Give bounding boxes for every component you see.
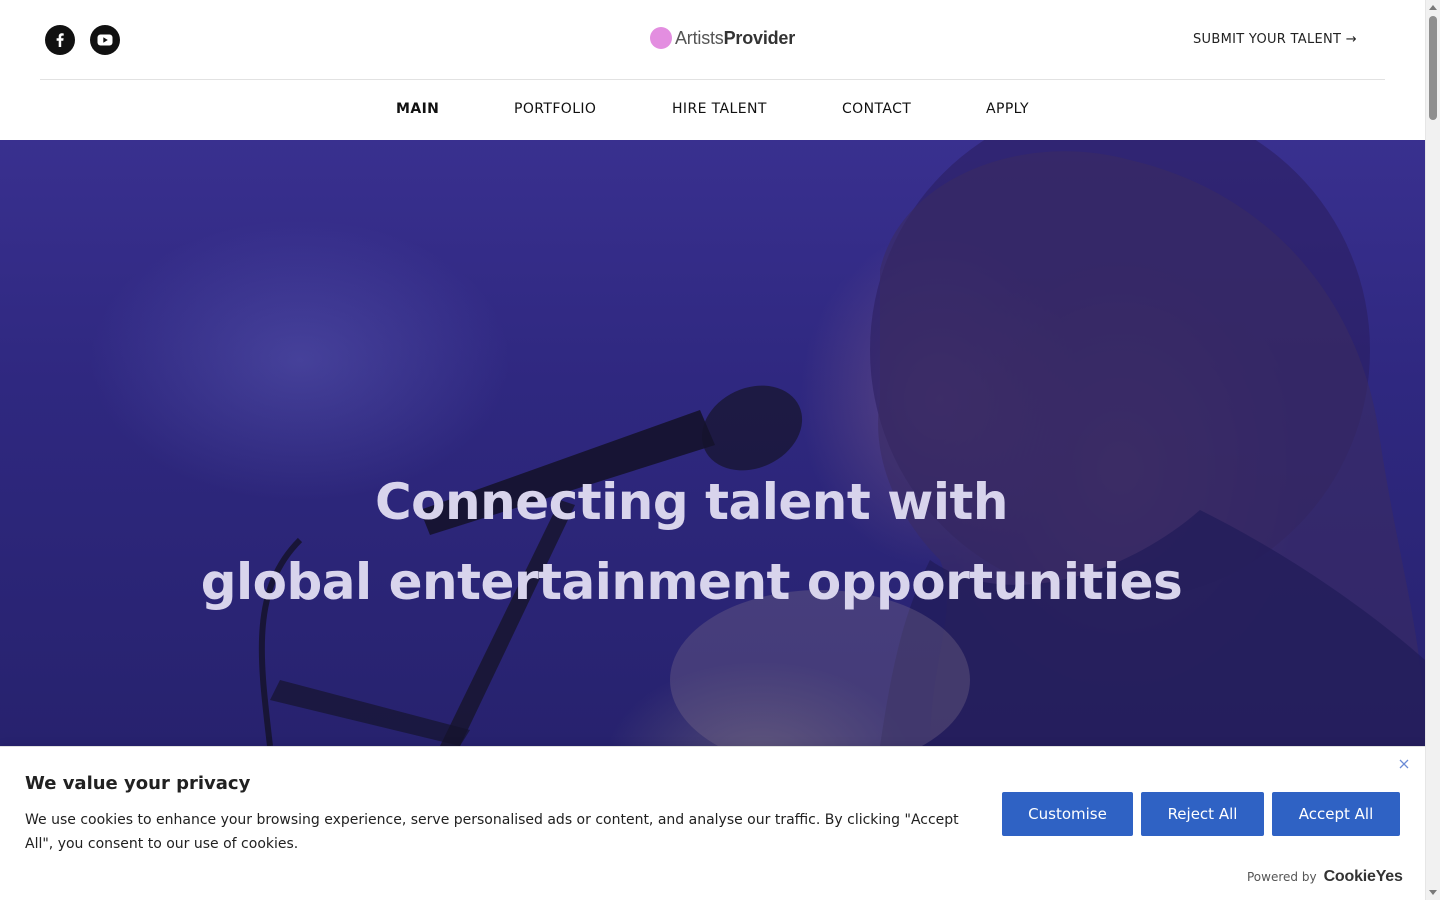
scroll-down-arrow-icon[interactable] [1429, 890, 1437, 895]
site-logo[interactable]: ArtistsProvider [650, 26, 795, 50]
page-scrollbar[interactable] [1425, 0, 1440, 900]
scrollbar-thumb[interactable] [1429, 16, 1437, 120]
facebook-icon [56, 33, 64, 47]
facebook-link[interactable] [45, 25, 75, 55]
logo-dot [650, 27, 672, 49]
nav-item-main[interactable]: MAIN [396, 101, 439, 117]
scroll-up-arrow-icon[interactable] [1429, 5, 1437, 10]
powered-by-label: Powered by [1247, 870, 1317, 884]
nav-item-apply[interactable]: APPLY [986, 101, 1029, 117]
cookie-accept-all-button[interactable]: Accept All [1272, 792, 1400, 836]
cookie-description: We use cookies to enhance your browsing … [25, 812, 959, 852]
cookie-customise-button[interactable]: Customise [1002, 792, 1133, 836]
cookieyes-logo[interactable]: CookieYes [1324, 868, 1403, 886]
hero-heading-line-2: global entertainment opportunities [200, 553, 1183, 611]
hero-banner: Connecting talent with global entertainm… [0, 140, 1425, 746]
nav-item-hire-talent[interactable]: HIRE TALENT [672, 101, 767, 117]
cookie-reject-all-button[interactable]: Reject All [1141, 792, 1264, 836]
hero-background-image [258, 140, 1425, 746]
cookie-consent-banner: We value your privacy We use cookies to … [0, 746, 1425, 900]
logo-text-artists: Artists [675, 27, 724, 48]
cookie-title: We value your privacy [25, 773, 251, 794]
cookie-powered-by: Powered by CookieYes [1247, 868, 1403, 886]
logo-text: ArtistsProvider [675, 28, 795, 49]
youtube-icon [97, 34, 113, 46]
nav-item-portfolio[interactable]: PORTFOLIO [514, 101, 596, 117]
hero-heading: Connecting talent with global entertainm… [0, 462, 1383, 622]
main-nav: MAIN PORTFOLIO HIRE TALENT CONTACT APPLY [0, 80, 1425, 140]
hero-heading-line-1: Connecting talent with [374, 473, 1009, 531]
nav-item-contact[interactable]: CONTACT [842, 101, 911, 117]
youtube-link[interactable] [90, 25, 120, 55]
cookie-close-button[interactable] [1396, 756, 1412, 772]
logo-text-provider: Provider [723, 27, 796, 48]
top-bar: ArtistsProvider SUBMIT YOUR TALENT → [0, 0, 1425, 80]
submit-talent-link[interactable]: SUBMIT YOUR TALENT → [1193, 32, 1357, 47]
page: ArtistsProvider SUBMIT YOUR TALENT → MAI… [0, 0, 1425, 900]
close-icon [1399, 759, 1409, 769]
